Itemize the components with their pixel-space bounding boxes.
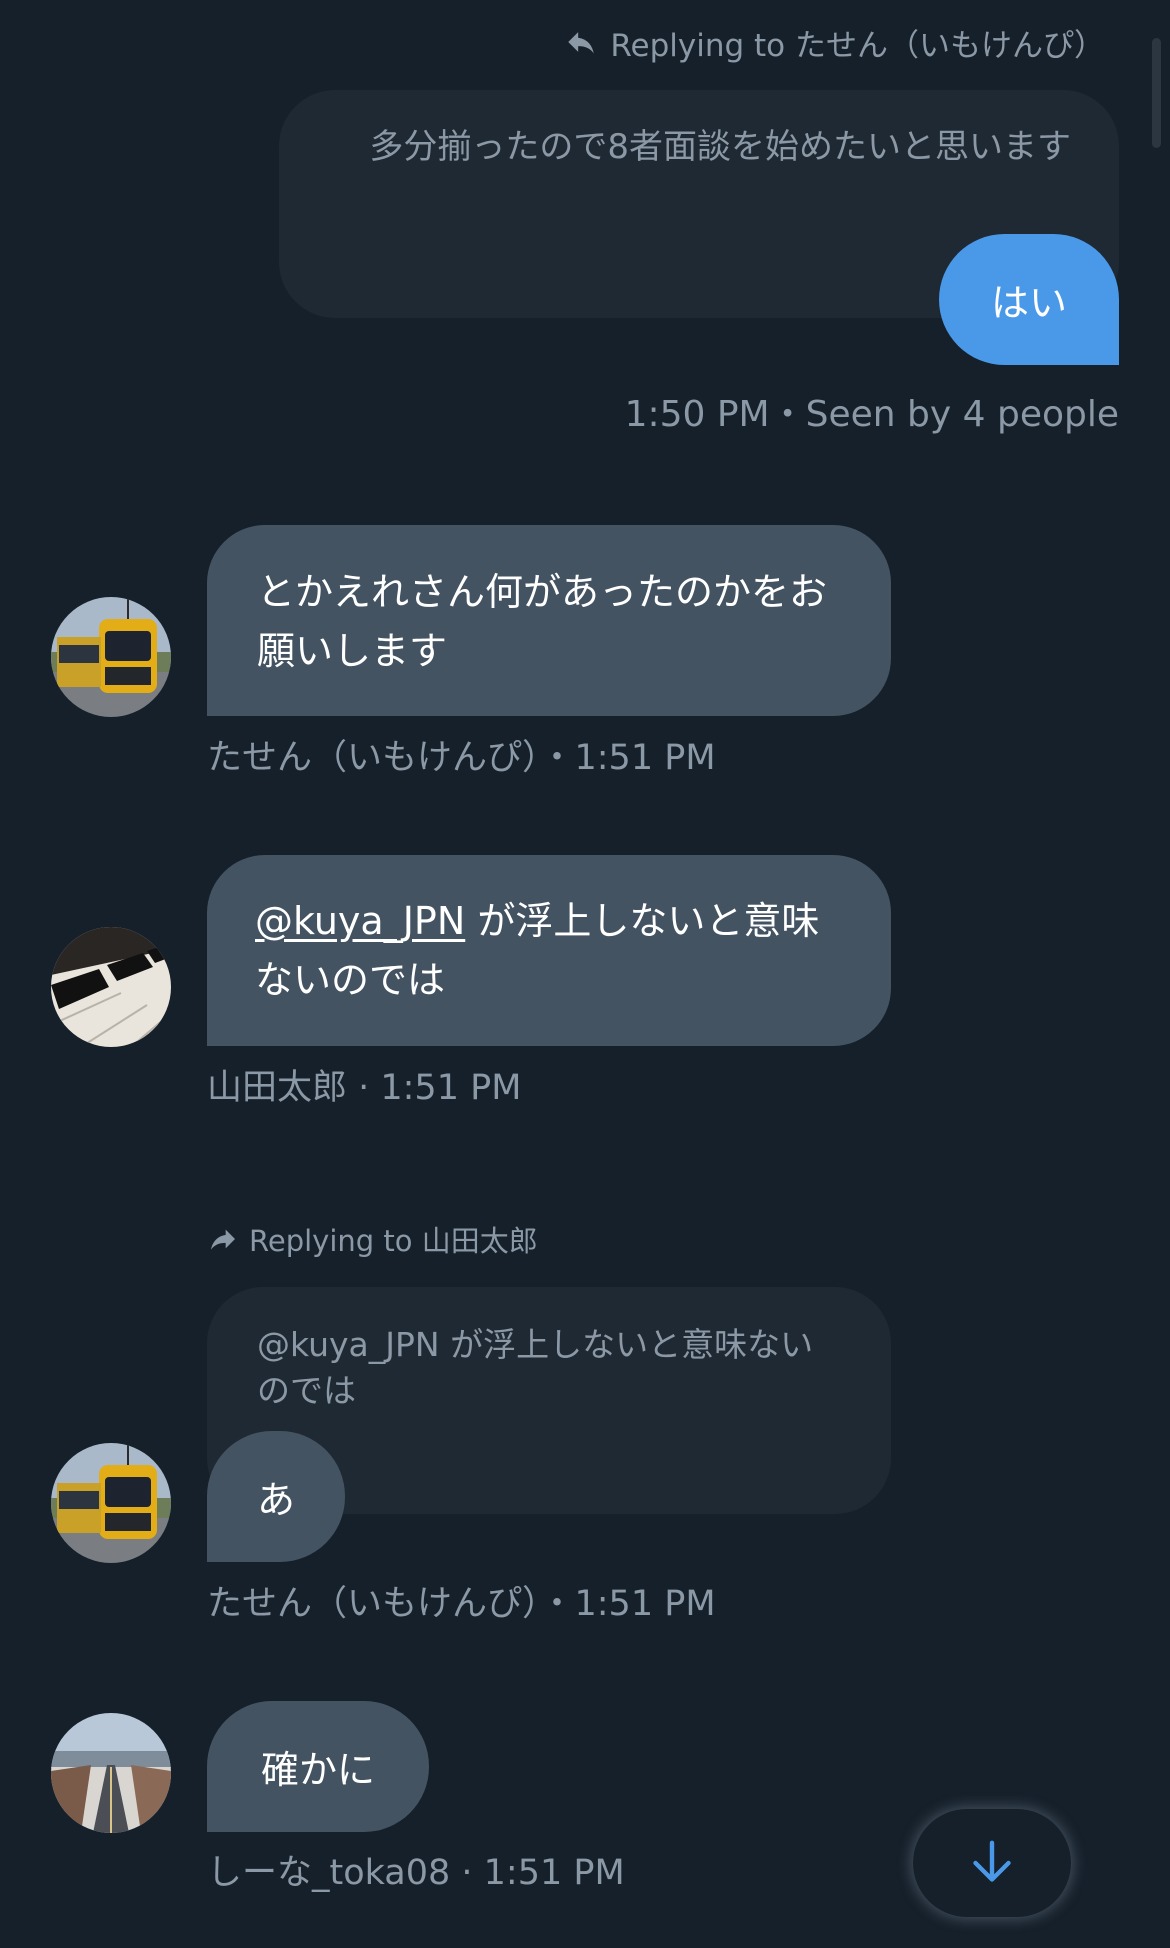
avatar[interactable] bbox=[51, 597, 171, 717]
forward-arrow-icon bbox=[211, 1229, 235, 1250]
avatar[interactable] bbox=[51, 1713, 171, 1833]
arrow-down-icon bbox=[973, 1840, 1011, 1882]
scroll-to-bottom-button[interactable] bbox=[913, 1809, 1071, 1917]
message-meta: しーな_toka08 · 1:51 PM bbox=[207, 1848, 625, 1898]
message-meta-text: たせん（いもけんぴ）・1:51 PM bbox=[207, 1584, 716, 1624]
message-meta-text: 山田太郎 · 1:51 PM bbox=[207, 1068, 522, 1108]
message-meta: 山田太郎 · 1:51 PM bbox=[207, 1063, 521, 1113]
tram-avatar bbox=[51, 597, 171, 717]
replying-to-text: Replying to 山田太郎 bbox=[249, 1224, 538, 1258]
user-mention-link[interactable]: @kuya_JPN bbox=[255, 899, 465, 943]
message-meta: 1:50 PM・Seen by 4 people bbox=[625, 390, 1119, 440]
message-text: あ bbox=[256, 1478, 295, 1522]
replying-to-label: Replying to 山田太郎 bbox=[207, 1216, 538, 1262]
tram-avatar bbox=[51, 1443, 171, 1563]
scrollbar[interactable] bbox=[1152, 38, 1161, 148]
replying-to-text: Replying to たせん（いもけんぴ） bbox=[610, 27, 1105, 64]
message-bubble-outgoing[interactable]: はい bbox=[939, 234, 1119, 365]
avatar[interactable] bbox=[51, 1443, 171, 1563]
piano-keys-avatar bbox=[51, 927, 171, 1047]
message-text: はい bbox=[990, 281, 1067, 325]
message-bubble-incoming[interactable]: 確かに bbox=[207, 1701, 429, 1832]
avatar[interactable] bbox=[51, 927, 171, 1047]
quoted-message-text: 多分揃ったので8者面談を始めたいと思います bbox=[369, 127, 1071, 167]
message-meta-text: 1:50 PM・Seen by 4 people bbox=[624, 394, 1119, 435]
message-meta-text: しーな_toka08 · 1:51 PM bbox=[207, 1853, 625, 1893]
message-text: 確かに bbox=[260, 1748, 375, 1792]
message-bubble-incoming[interactable]: とかえれさん何があったのかをお願いします bbox=[207, 525, 891, 716]
message-meta-text: たせん（いもけんぴ）・1:51 PM bbox=[207, 738, 716, 778]
quoted-message-text: @kuya_JPN が浮上しないと意味ないのでは bbox=[257, 1325, 814, 1410]
message-bubble-incoming[interactable]: @kuya_JPN が浮上しないと意味ないのでは bbox=[207, 855, 891, 1046]
snowy-road-avatar bbox=[51, 1713, 171, 1833]
message-bubble-incoming[interactable]: あ bbox=[207, 1431, 345, 1562]
reply-arrow-icon bbox=[568, 32, 595, 54]
message-meta: たせん（いもけんぴ）・1:51 PM bbox=[207, 733, 716, 783]
replying-to-label: Replying to たせん（いもけんぴ） bbox=[564, 18, 1105, 66]
message-text: とかえれさん何があったのかをお願いします bbox=[257, 570, 828, 673]
message-meta: たせん（いもけんぴ）・1:51 PM bbox=[207, 1579, 716, 1629]
